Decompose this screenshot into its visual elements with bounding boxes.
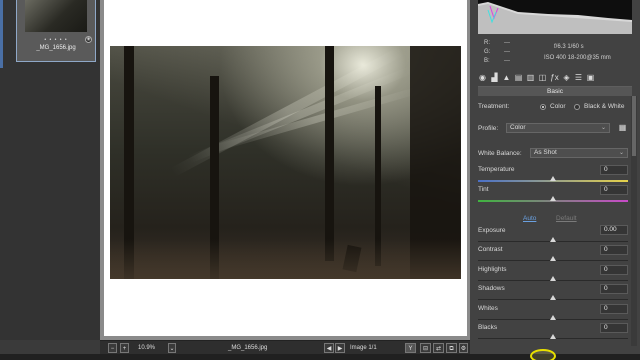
preview-image[interactable] (110, 46, 461, 279)
exposure-value[interactable]: 0.00 (600, 225, 628, 235)
adjustments-panel: R: --- G: --- B: --- f/6.3 1/60 s ISO 40… (470, 0, 640, 354)
treatment-label: Treatment: (478, 103, 510, 110)
profile-browser-icon[interactable]: ▦ (618, 123, 627, 132)
blue-value: --- (504, 58, 510, 64)
contrast-value[interactable]: 0 (600, 245, 628, 255)
highlights-value[interactable]: 0 (600, 265, 628, 275)
camera-info: ISO 400 18-200@35 mm (544, 55, 611, 61)
camera-calibration-icon[interactable]: ◈ (562, 73, 571, 82)
tint-slider-thumb[interactable] (550, 196, 556, 201)
scrollbar-thumb[interactable] (632, 96, 636, 156)
preview-background (104, 0, 467, 336)
filmstrip: • • • • • ◉ _MG_1656.jpg (0, 0, 100, 340)
treatment-color-radio[interactable] (540, 104, 546, 110)
light-ray (170, 46, 405, 177)
temperature-slider-thumb[interactable] (550, 176, 556, 181)
thumbnail-filename: _MG_1656.jpg (36, 45, 76, 51)
zoom-dropdown-icon[interactable]: ⌄ (168, 343, 176, 353)
exposure-label: Exposure (478, 227, 506, 234)
zoom-out-button[interactable]: − (108, 343, 117, 353)
prev-image-button[interactable]: ◀ (324, 343, 334, 353)
image-counter: Image 1/1 (350, 345, 377, 351)
histogram (478, 0, 632, 34)
thumbnail-rating[interactable]: • • • • • (17, 37, 95, 43)
before-after-toggle[interactable]: Y (405, 343, 416, 353)
tint-label: Tint (478, 186, 489, 193)
temperature-value[interactable]: 0 (600, 165, 628, 175)
hsl-icon[interactable]: ▤ (514, 73, 523, 82)
status-bar: − + 10.9% ⌄ _MG_1656.jpg ◀ ▶ Image 1/1 Y… (100, 340, 470, 354)
auto-link[interactable]: Auto (523, 215, 536, 222)
white-balance-value: As Shot (534, 149, 557, 156)
highlights-slider-thumb[interactable] (550, 276, 556, 281)
lens-corrections-icon[interactable]: ◫ (538, 73, 547, 82)
tint-value[interactable]: 0 (600, 185, 628, 195)
green-label: G: (484, 49, 491, 55)
default-link[interactable]: Default (556, 215, 577, 222)
panel-title: Basic (478, 86, 632, 96)
snapshots-icon[interactable]: ▣ (586, 73, 595, 82)
zoom-in-button[interactable]: + (120, 343, 129, 353)
detail-icon[interactable]: ▲ (502, 73, 511, 82)
whites-slider-thumb[interactable] (550, 315, 556, 320)
thumbnail-image (25, 0, 87, 32)
blacks-label: Blacks (478, 324, 498, 331)
status-filename: _MG_1656.jpg (228, 345, 268, 351)
temperature-label: Temperature (478, 166, 515, 173)
treatment-bw-label[interactable]: Black & White (584, 103, 624, 110)
chevron-down-icon: ⌄ (600, 125, 606, 131)
forest-floor (110, 239, 461, 279)
tone-curve-icon[interactable]: ▟ (490, 73, 499, 82)
contrast-label: Contrast (478, 246, 503, 253)
tree-trunk (325, 46, 334, 261)
before-after-mode-icon[interactable]: ⊟ (420, 343, 431, 353)
blacks-slider-thumb[interactable] (550, 334, 556, 339)
profile-select[interactable]: Color ⌄ (506, 123, 610, 133)
whites-value[interactable]: 0 (600, 304, 628, 314)
basic-icon[interactable]: ◉ (478, 73, 487, 82)
blue-label: B: (484, 58, 490, 64)
effects-icon[interactable]: ƒx (550, 73, 559, 82)
whites-label: Whites (478, 305, 498, 312)
blacks-value[interactable]: 0 (600, 323, 628, 333)
shadows-label: Shadows (478, 285, 505, 292)
shadows-value[interactable]: 0 (600, 284, 628, 294)
panel-tab-icons: ◉ ▟ ▲ ▤ ▥ ◫ ƒx ◈ ☰ ▣ (478, 70, 632, 84)
exposure-info: f/6.3 1/60 s (554, 44, 584, 50)
next-image-button[interactable]: ▶ (335, 343, 345, 353)
chevron-down-icon: ⌄ (618, 150, 624, 156)
red-label: R: (484, 40, 490, 46)
filmstrip-thumbnail[interactable]: • • • • • ◉ _MG_1656.jpg (16, 0, 96, 62)
view-settings-icon[interactable]: ⚙ (459, 343, 468, 353)
edit-badge-icon: ◉ (85, 36, 92, 43)
white-balance-label: White Balance: (478, 150, 522, 157)
profile-label: Profile: (478, 125, 499, 132)
exposure-slider-thumb[interactable] (550, 237, 556, 242)
filmstrip-selection-edge (0, 0, 3, 68)
presets-icon[interactable]: ☰ (574, 73, 583, 82)
contrast-slider-thumb[interactable] (550, 256, 556, 261)
split-toning-icon[interactable]: ▥ (526, 73, 535, 82)
highlights-label: Highlights (478, 266, 507, 273)
profile-value: Color (510, 124, 526, 131)
white-balance-select[interactable]: As Shot ⌄ (530, 148, 628, 158)
preview-canvas (100, 0, 470, 340)
panel-scrollbar[interactable] (631, 96, 637, 346)
shadows-slider-thumb[interactable] (550, 295, 556, 300)
red-value: --- (504, 40, 510, 46)
treatment-bw-radio[interactable] (574, 104, 580, 110)
treatment-color-label[interactable]: Color (550, 103, 566, 110)
green-value: --- (504, 49, 510, 55)
copy-settings-icon[interactable]: ⧉ (446, 343, 457, 353)
swap-settings-icon[interactable]: ⇄ (433, 343, 444, 353)
cursor-highlight (530, 349, 556, 360)
